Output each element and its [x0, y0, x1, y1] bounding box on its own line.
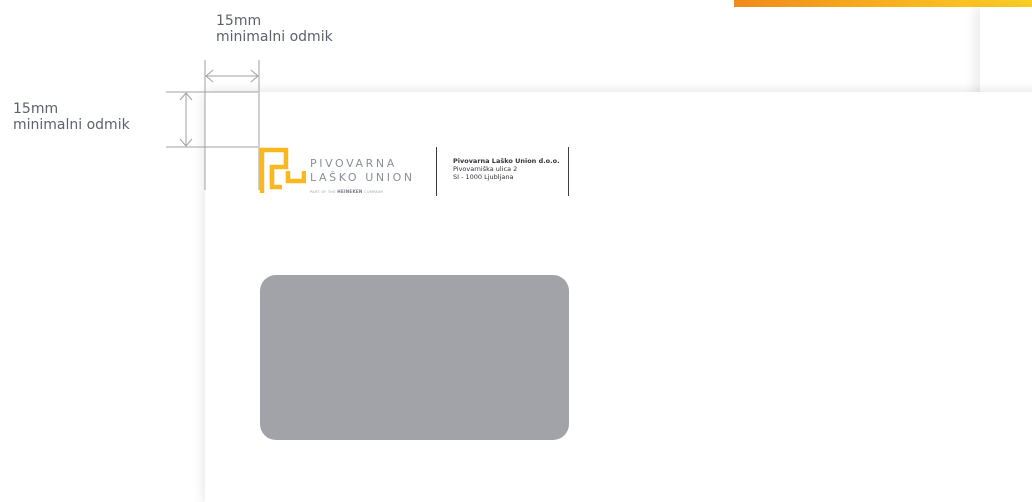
address-street: Pivovarniška ulica 2	[453, 165, 518, 173]
brand-wordmark: PIVOVARNA LAŠKO UNION	[310, 157, 415, 185]
address-divider-left	[436, 147, 437, 196]
sender-address: Pivovarna Laško Union d.o.o. Pivovarnišk…	[453, 157, 560, 181]
tagline-prefix: PART OF THE	[310, 190, 336, 194]
tagline-suffix: COMPANY	[363, 190, 384, 194]
address-city: SI - 1000 Ljubljana	[453, 173, 514, 181]
pivovarna-lasko-union-logo-icon	[259, 147, 306, 193]
brand-line-1: PIVOVARNA	[310, 157, 397, 170]
brand-tagline: PART OF THE HEINEKEN COMPANY	[310, 189, 383, 194]
brand-line-2: LAŠKO UNION	[310, 171, 415, 184]
tagline-brand: HEINEKEN	[337, 189, 363, 194]
address-company: Pivovarna Laško Union d.o.o.	[453, 157, 560, 165]
envelope-address-window	[260, 275, 569, 440]
address-divider-right	[568, 147, 569, 196]
